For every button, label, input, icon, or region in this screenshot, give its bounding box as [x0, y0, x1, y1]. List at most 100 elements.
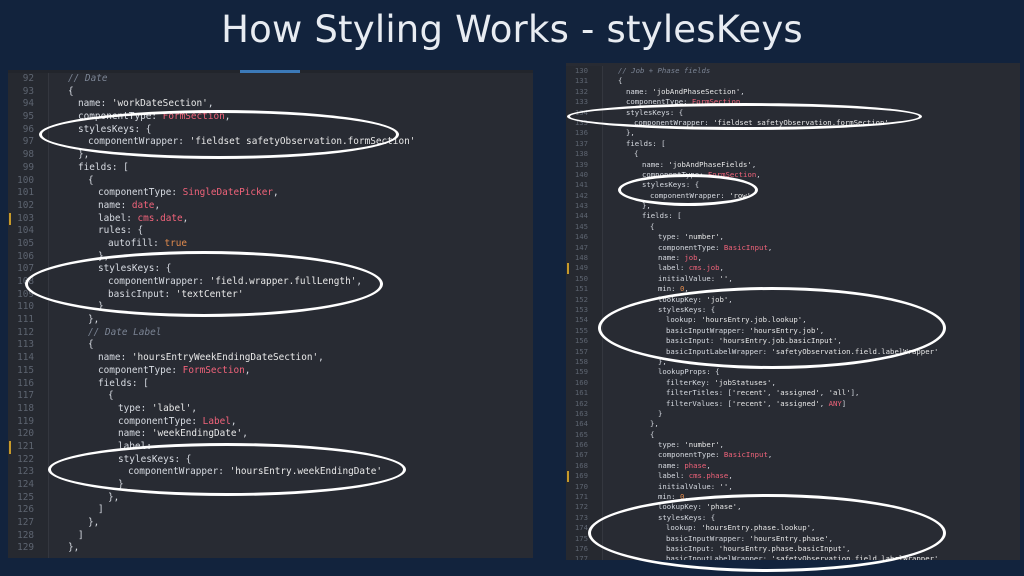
line-number: 134 [574, 107, 588, 117]
line-number: 109 [17, 288, 34, 300]
line-number: 174 [574, 523, 588, 533]
code-area[interactable]: 92// Date 93{94 name: 'workDateSection', 95… [8, 73, 533, 555]
code-text: componentWrapper: 'fieldset safetyObserv… [88, 136, 416, 148]
slide-title: How Styling Works - stylesKeys [221, 8, 803, 51]
code-line: 97 componentWrapper: 'fieldset safetyObse… [8, 136, 533, 149]
code-line: 127}, [8, 517, 533, 530]
line-number: 177 [574, 554, 588, 560]
code-text: { [650, 221, 655, 231]
line-number: 160 [574, 377, 588, 387]
code-line: 174 lookup: 'hoursEntry.phase.lookup', [566, 523, 1020, 533]
code-text: // Job + Phase fields [618, 66, 711, 75]
code-line: 142 componentWrapper: 'row' [566, 191, 1020, 201]
code-line: 122 stylesKeys: { [8, 454, 533, 467]
code-text: { [650, 429, 655, 439]
code-text: basicInput: 'hoursEntry.job.basicInput', [666, 336, 842, 346]
line-number: 117 [17, 390, 34, 402]
line-number: 158 [574, 356, 588, 366]
code-text: } [118, 479, 124, 490]
line-number: 94 [22, 98, 34, 110]
code-text: label: cms.phase, [658, 471, 733, 481]
line-number: 116 [17, 377, 34, 389]
code-line: 118 type: 'label', [8, 403, 533, 416]
code-line: 164}, [566, 419, 1020, 429]
line-number: 118 [17, 402, 34, 414]
line-number: 121 [17, 440, 34, 452]
code-line: 93 { [8, 86, 533, 99]
line-number: 111 [17, 314, 34, 326]
code-text: componentWrapper: 'field.wrapper.fullLen… [108, 276, 363, 287]
line-number: 144 [574, 211, 588, 221]
code-line: 96 stylesKeys: { [8, 124, 533, 137]
line-number: 101 [17, 187, 34, 199]
line-number: 164 [574, 419, 588, 429]
code-line: 108 componentWrapper: 'field.wrapper.full… [8, 276, 533, 289]
line-number: 156 [574, 336, 588, 346]
code-line: 110} [8, 301, 533, 314]
code-text: stylesKeys: { [658, 304, 716, 314]
code-text: basicInputLabelWrapper: 'safetyObservati… [666, 346, 939, 356]
line-number: 143 [574, 201, 588, 211]
line-number: 150 [574, 273, 588, 283]
code-text: rules: { [98, 225, 144, 237]
line-number: 168 [574, 460, 588, 470]
code-text: basicInputWrapper: 'hoursEntry.phase', [666, 533, 833, 543]
code-text: filterTitles: ['recent', 'assigned', 'al… [666, 388, 860, 398]
line-number: 154 [574, 315, 588, 325]
code-line: 158}, [566, 357, 1020, 367]
line-number: 106 [17, 250, 34, 262]
line-number: 120 [17, 428, 34, 440]
code-text: }, [68, 542, 80, 554]
line-number: 155 [574, 325, 588, 335]
code-text: fields: [ [78, 161, 129, 173]
code-area[interactable]: 130 // Job + Phase fields 131 {132 name: 'jo… [566, 66, 1020, 560]
code-text: label: [118, 440, 152, 452]
code-line: 107 stylesKeys: { [8, 263, 533, 276]
code-text: type: 'number', [658, 440, 724, 450]
code-line: 151 min: 0, [566, 284, 1020, 294]
line-number: 104 [17, 225, 34, 237]
code-line: 132 name: 'jobAndPhaseSection', [566, 87, 1020, 97]
line-number: 131 [574, 76, 588, 86]
code-line: 105 autofill: true [8, 238, 533, 251]
line-number: 161 [574, 388, 588, 398]
code-text: min: 0, [658, 492, 689, 502]
line-number: 153 [574, 304, 588, 314]
code-line: 143}, [566, 201, 1020, 211]
line-number: 137 [574, 138, 588, 148]
code-line: 160 filterKey: 'jobStatuses', [566, 378, 1020, 388]
code-text: componentWrapper: 'row' [650, 190, 752, 200]
code-text: ] [98, 504, 104, 516]
code-line: 123 componentWrapper: 'hoursEntry.weekEnd… [8, 466, 533, 479]
code-text: initialValue: '', [658, 273, 733, 283]
code-text: type: 'number', [658, 232, 724, 242]
line-number: 176 [574, 543, 588, 553]
code-line: 141 stylesKeys: { [566, 180, 1020, 190]
code-text: lookupKey: 'phase', [658, 502, 742, 512]
code-text: filterKey: 'jobStatuses', [666, 377, 776, 387]
code-text: type: 'label', [118, 402, 198, 414]
code-line: 103 label: cms.date, [8, 212, 533, 226]
code-text: }, [642, 201, 651, 211]
code-line: 101 componentType: SingleDatePicker, [8, 187, 533, 200]
line-number: 114 [17, 352, 34, 364]
code-text: componentWrapper: 'fieldset safetyObserv… [634, 117, 889, 127]
line-number: 151 [574, 284, 588, 294]
code-line: 137 fields: [ [566, 139, 1020, 149]
code-line: 175 basicInputWrapper: 'hoursEntry.phase'… [566, 534, 1020, 544]
code-line: 102 name: date, [8, 200, 533, 213]
code-text: fields: [ [626, 138, 666, 148]
code-line: 104 rules: { [8, 225, 533, 238]
code-text: }, [78, 149, 90, 161]
line-number: 172 [574, 502, 588, 512]
line-number: 126 [17, 504, 34, 516]
code-text: name: 'workDateSection', [78, 98, 214, 110]
line-number: 97 [22, 136, 34, 148]
line-number: 123 [17, 466, 34, 478]
code-text: componentType: FormSection, [626, 97, 745, 107]
code-text: fields: [ [98, 377, 149, 389]
line-number: 103 [17, 212, 34, 224]
code-text: { [618, 76, 623, 86]
code-line: 140 componentType: FormSection, [566, 170, 1020, 180]
code-line: 145 { [566, 222, 1020, 232]
